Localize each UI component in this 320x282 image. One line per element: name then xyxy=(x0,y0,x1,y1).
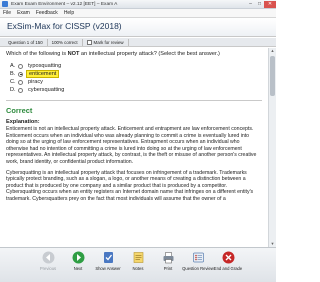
menu-file[interactable]: File xyxy=(3,10,11,16)
explanation-heading: Explanation: xyxy=(6,119,40,125)
exam-header: ExSim-Max for CISSP (v2018) xyxy=(0,18,276,37)
score-status: 100% correct xyxy=(48,38,83,46)
print-label: Print xyxy=(163,266,173,271)
previous-label: Previous xyxy=(39,266,57,271)
option-b[interactable]: B. enticement xyxy=(10,70,262,78)
option-label: typosquatting xyxy=(28,63,62,69)
notes-button[interactable]: Notes xyxy=(125,251,152,271)
show-answer-icon xyxy=(102,251,115,264)
option-radio[interactable] xyxy=(18,87,23,93)
option-letter: A. xyxy=(10,63,16,69)
scroll-up-icon[interactable]: ▲ xyxy=(269,48,276,54)
window-title: Exam Exam Environment – v2.12 [EET] – Ex… xyxy=(11,1,118,7)
option-c[interactable]: C. piracy xyxy=(10,78,262,86)
option-radio[interactable] xyxy=(18,71,23,77)
question-text-start: Which of the following is xyxy=(6,51,68,57)
result-label: Correct xyxy=(6,106,33,115)
menu-help[interactable]: Help xyxy=(64,10,74,16)
option-letter: B. xyxy=(10,71,16,77)
close-button[interactable]: ✕ xyxy=(264,0,276,8)
option-radio[interactable] xyxy=(18,63,23,69)
option-label: cybersquatting xyxy=(28,87,65,93)
menu-exam[interactable]: Exam xyxy=(17,10,30,16)
explanation-paragraph: Cybersquatting is an intellectual proper… xyxy=(6,169,254,202)
show-answer-button[interactable]: Show Answer xyxy=(95,251,122,271)
notes-label: Notes xyxy=(132,266,144,271)
option-letter: D. xyxy=(10,87,16,93)
end-grade-icon xyxy=(222,251,235,264)
explanation-paragraph: Enticement is not an intellectual proper… xyxy=(6,126,257,165)
option-letter: C. xyxy=(10,79,16,85)
show-answer-label: Show Answer xyxy=(95,266,121,271)
vertical-scrollbar[interactable]: ▲ ▼ xyxy=(268,48,276,247)
window-titlebar: Exam Exam Environment – v2.12 [EET] – Ex… xyxy=(0,0,276,9)
print-button[interactable]: Print xyxy=(155,251,182,271)
notes-icon xyxy=(132,251,145,264)
next-button[interactable]: Next xyxy=(65,251,92,271)
end-and-grade-button[interactable]: End and Grade xyxy=(213,251,243,271)
question-review-button[interactable]: Question Review xyxy=(182,251,214,271)
section-divider xyxy=(6,100,262,101)
next-label: Next xyxy=(73,266,83,271)
next-arrow-icon xyxy=(72,251,85,264)
previous-button[interactable]: Previous xyxy=(35,251,62,271)
printer-icon xyxy=(162,251,175,264)
option-label: piracy xyxy=(28,79,43,85)
app-icon xyxy=(2,1,8,7)
scrollbar-thumb[interactable] xyxy=(270,56,275,96)
menu-bar: File Exam Feedback Help xyxy=(0,9,276,18)
question-text-end: an intellectual property attack? (Select… xyxy=(79,51,220,57)
exam-title: ExSim-Max for CISSP (v2018) xyxy=(7,21,122,31)
question-text: Which of the following is NOT an intelle… xyxy=(6,51,262,58)
maximize-button[interactable]: □ xyxy=(255,1,264,8)
answer-options: A. typosquatting B. enticement C. piracy… xyxy=(10,62,262,94)
end-and-grade-label: End and Grade xyxy=(213,266,243,271)
mark-for-review[interactable]: Mark for review xyxy=(83,38,129,46)
bottom-toolbar: Previous Next Show Answer Notes Print Qu… xyxy=(0,247,276,282)
option-label: enticement xyxy=(26,70,60,78)
question-review-label: Question Review xyxy=(182,266,214,271)
minimize-button[interactable]: – xyxy=(246,1,255,8)
previous-arrow-icon xyxy=(42,251,55,264)
question-position: Question 1 of 150 xyxy=(4,38,48,46)
mark-review-label: Mark for review xyxy=(93,39,124,45)
mark-review-checkbox[interactable] xyxy=(86,39,92,45)
question-panel: Which of the following is NOT an intelle… xyxy=(0,48,268,247)
menu-feedback[interactable]: Feedback xyxy=(36,10,58,16)
option-radio[interactable] xyxy=(18,79,23,85)
option-a[interactable]: A. typosquatting xyxy=(10,62,262,70)
window-controls: – □ ✕ xyxy=(246,0,276,8)
option-d[interactable]: D. cybersquatting xyxy=(10,86,262,94)
question-emphasis: NOT xyxy=(67,51,80,57)
question-review-icon xyxy=(192,251,205,264)
question-status-bar: Question 1 of 150 100% correct Mark for … xyxy=(0,38,276,47)
